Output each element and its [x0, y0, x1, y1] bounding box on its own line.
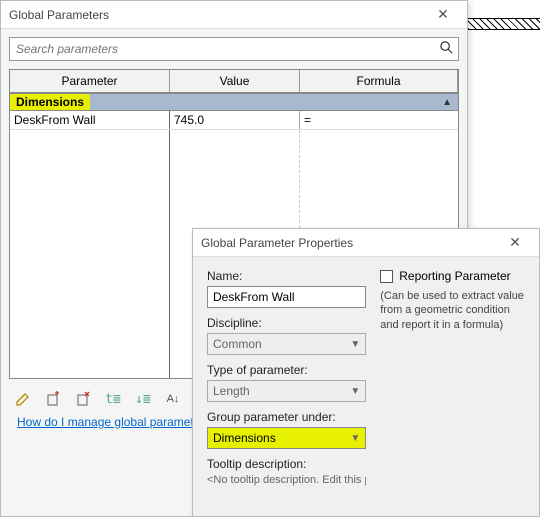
group-dimensions[interactable]: Dimensions ▲ — [10, 93, 458, 111]
sort-icon[interactable]: A↓ — [163, 389, 183, 409]
tooltip-label: Tooltip description: — [207, 457, 366, 471]
reporting-label: Reporting Parameter — [399, 269, 510, 283]
discipline-combo[interactable]: Common ▼ — [207, 333, 366, 355]
drawing-canvas — [460, 0, 540, 200]
search-icon[interactable] — [434, 40, 458, 58]
type-label: Type of parameter: — [207, 363, 366, 377]
col-value[interactable]: Value — [170, 70, 300, 92]
param-value-cell[interactable]: 745.0 — [170, 111, 300, 129]
reporting-hint: (Can be used to extract value from a geo… — [380, 289, 525, 332]
close-icon[interactable]: ✕ — [499, 234, 531, 251]
gp-titlebar: Global Parameters ✕ — [1, 1, 467, 29]
col-parameter[interactable]: Parameter — [10, 70, 170, 92]
col-formula[interactable]: Formula — [300, 70, 458, 92]
discipline-value: Common — [213, 337, 262, 351]
type-combo[interactable]: Length ▼ — [207, 380, 366, 402]
search-input[interactable] — [10, 42, 434, 56]
tooltip-value: <No tooltip description. Edit this param… — [207, 474, 366, 486]
type-value: Length — [213, 384, 250, 398]
edit-icon[interactable] — [13, 389, 33, 409]
name-field[interactable] — [207, 286, 366, 308]
collapse-icon[interactable]: ▲ — [442, 97, 452, 108]
name-label: Name: — [207, 269, 366, 283]
move-down-icon[interactable]: ↓≣ — [133, 389, 153, 409]
wall-hatch — [461, 18, 540, 30]
props-titlebar: Global Parameter Properties ✕ — [193, 229, 539, 257]
props-title: Global Parameter Properties — [201, 236, 353, 250]
gp-title: Global Parameters — [9, 8, 109, 22]
table-row[interactable]: DeskFrom Wall 745.0 = — [10, 111, 458, 130]
group-label: Dimensions — [10, 94, 90, 110]
group-label: Group parameter under: — [207, 410, 366, 424]
delete-parameter-icon[interactable] — [73, 389, 93, 409]
close-icon[interactable]: ✕ — [427, 6, 459, 23]
reporting-checkbox[interactable] — [380, 270, 393, 283]
new-parameter-icon[interactable] — [43, 389, 63, 409]
table-header: Parameter Value Formula — [10, 70, 458, 93]
chevron-down-icon: ▼ — [350, 386, 360, 397]
param-name-cell[interactable]: DeskFrom Wall — [10, 111, 170, 129]
reporting-checkbox-row[interactable]: Reporting Parameter — [380, 269, 525, 283]
chevron-down-icon: ▼ — [350, 339, 360, 350]
move-up-icon[interactable]: t≣ — [103, 389, 123, 409]
group-combo[interactable]: Dimensions ▼ — [207, 427, 366, 449]
parameter-properties-dialog: Global Parameter Properties ✕ Name: Disc… — [192, 228, 540, 517]
chevron-down-icon: ▼ — [350, 433, 360, 444]
param-formula-cell[interactable]: = — [300, 111, 458, 129]
group-value: Dimensions — [213, 431, 276, 445]
discipline-label: Discipline: — [207, 316, 366, 330]
search-parameters-box[interactable] — [9, 37, 459, 61]
